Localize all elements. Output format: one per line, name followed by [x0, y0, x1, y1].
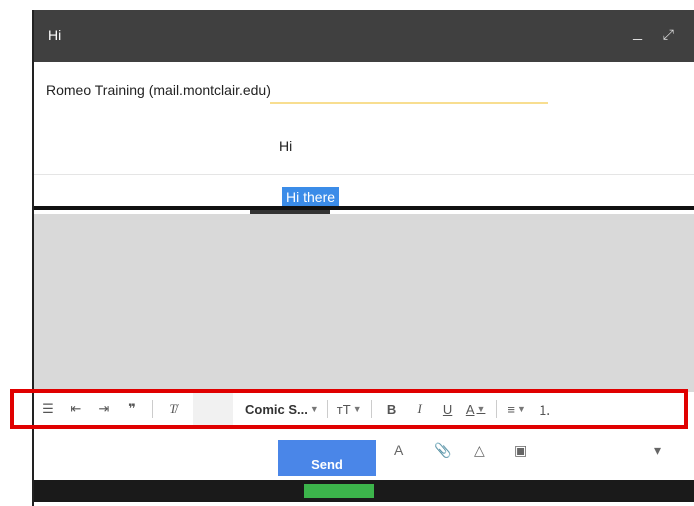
photo-icon[interactable]: ▣ [514, 442, 527, 459]
send-button[interactable]: Send [278, 440, 376, 476]
compose-title: Hi [48, 27, 62, 43]
toolbar-divider [370, 400, 372, 418]
toolbar-gap [193, 393, 233, 425]
chevron-down-icon: ▼ [309, 404, 319, 414]
chevron-down-icon: ▼ [516, 404, 526, 414]
font-family-select[interactable]: Comic S... ▼ [245, 396, 319, 422]
underline-button[interactable]: U [437, 396, 459, 422]
chevron-down-icon: ▼ [352, 404, 362, 414]
recipient-field[interactable]: Romeo Training (mail.montclair.edu) [46, 82, 271, 98]
chevron-down-icon: ▼ [476, 404, 486, 414]
render-artifact-strip [34, 480, 694, 502]
align-select[interactable]: ≡ ▼ [506, 396, 528, 422]
text-size-icon: тT [336, 401, 351, 417]
attach-icon[interactable]: 📎 [434, 442, 451, 459]
selected-body-text[interactable]: Hi there [282, 187, 340, 207]
popout-icon[interactable]: ⤢ [663, 26, 674, 43]
text-color-button[interactable]: A ▼ [465, 396, 487, 422]
autocomplete-underline [270, 102, 548, 104]
indent-more-icon[interactable]: ⇥ [93, 396, 115, 422]
remove-formatting-icon[interactable]: T̸ [162, 396, 184, 422]
font-family-label: Comic S... [245, 401, 308, 417]
text-size-select[interactable]: тT ▼ [337, 396, 362, 422]
toolbar-divider [495, 400, 497, 418]
render-artifact [304, 484, 374, 498]
subject-field[interactable]: Hi [279, 138, 292, 154]
compose-footer: Send A 📎 △ ▣ ▾ [34, 430, 694, 506]
render-artifact [34, 206, 694, 210]
message-body-area[interactable] [34, 214, 694, 392]
italic-button[interactable]: I [409, 396, 431, 422]
bold-button[interactable]: B [381, 396, 403, 422]
formatting-options-icon[interactable]: A [394, 442, 403, 458]
toolbar-divider [326, 400, 328, 418]
minimize-icon[interactable]: _ [633, 24, 642, 42]
bulleted-list-icon[interactable]: ☰ [37, 396, 59, 422]
quote-icon[interactable]: ❞ [121, 396, 143, 422]
text-color-label: A [465, 401, 475, 417]
formatting-toolbar: ☰ ⇤ ⇥ ❞ T̸ Comic S... ▼ тT ▼ B I U A ▼ ≡… [34, 393, 684, 425]
toolbar-divider [152, 400, 153, 418]
align-icon: ≡ [507, 401, 515, 417]
more-options-icon[interactable]: ▾ [654, 442, 661, 459]
indent-less-icon[interactable]: ⇤ [65, 396, 87, 422]
recipients-row[interactable]: Romeo Training (mail.montclair.edu) [34, 62, 694, 119]
drive-icon[interactable]: △ [474, 442, 485, 459]
compose-titlebar[interactable]: Hi _ ⤢ [34, 10, 694, 62]
numbered-list-icon[interactable]: ⒈ [534, 396, 556, 422]
subject-row[interactable]: Hi [34, 118, 694, 175]
